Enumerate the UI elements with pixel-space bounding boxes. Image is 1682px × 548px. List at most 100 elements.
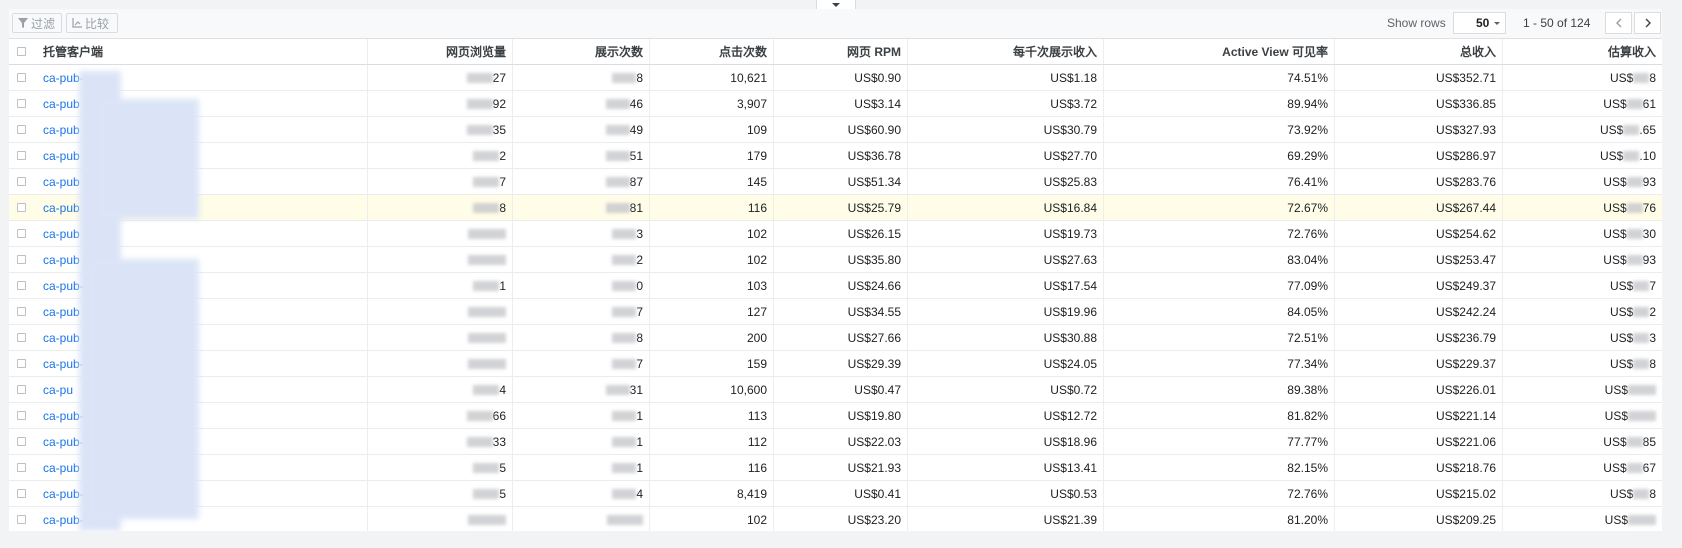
table-row[interactable]: ca-pub 2 51 179 US$36.78 US$27.70 69.29% US$286… — [9, 143, 1662, 169]
cell-active-view: 76.41% — [1104, 169, 1335, 194]
blurred-value — [466, 410, 493, 421]
cell-clicks: 109 — [650, 117, 774, 142]
column-header-ecpm[interactable]: 每千次展示收入 — [908, 39, 1104, 64]
client-link[interactable]: ca-pub — [43, 123, 80, 137]
cell-total-revenue: US$229.37 — [1335, 351, 1503, 376]
client-link[interactable]: ca-pub- — [43, 513, 84, 527]
column-header-total-revenue[interactable]: 总收入 — [1335, 39, 1503, 64]
cell-pageviews: 7 — [368, 169, 513, 194]
currency-prefix: US$ — [1603, 226, 1627, 241]
cell-clicks: 102 — [650, 507, 774, 531]
cell-estimated-revenue: US$ 8 — [1503, 65, 1662, 90]
column-header-pageviews[interactable]: 网页浏览量 — [368, 39, 513, 64]
table-row[interactable]: ca-pub 7 127 US$34.55 US$19.96 84.05% US$242.2… — [9, 299, 1662, 325]
table-row[interactable]: ca-pub- 5 4 8,419 US$0.41 US$0.53 72.76% US$215… — [9, 481, 1662, 507]
cell-value: US$29.39 — [847, 356, 901, 371]
column-header-impressions[interactable]: 展示次数 — [513, 39, 650, 64]
client-link[interactable]: ca-pub — [43, 97, 80, 111]
client-link[interactable]: ca-pub — [43, 201, 80, 215]
table-row[interactable]: ca-pub- 66 1 113 US$19.80 US$12.72 81.82% US$22… — [9, 403, 1662, 429]
column-header-active-view[interactable]: Active View 可见率 — [1104, 39, 1335, 64]
cell-value: 81.20% — [1287, 512, 1328, 527]
client-link[interactable]: ca-pub — [43, 149, 80, 163]
table-row[interactable]: ca-pub 8 200 US$27.66 US$30.88 72.51% US$236.7… — [9, 325, 1662, 351]
table-row[interactable]: ca-pub 7 87 145 US$51.34 US$25.83 76.41% US$283… — [9, 169, 1662, 195]
compare-button[interactable]: 比较 — [66, 13, 118, 33]
cell-value: 87 — [629, 174, 643, 189]
column-header-page-rpm[interactable]: 网页 RPM — [774, 39, 908, 64]
cell-client: ca-pub- — [18, 351, 368, 376]
table-row[interactable]: ca-pub 8 81 116 US$25.79 US$16.84 72.67% US$267… — [9, 195, 1662, 221]
table-row[interactable]: ca-pub 92 46 3,907 US$3.14 US$3.72 89.94% US$33… — [9, 91, 1662, 117]
table-row[interactable]: ca-pub 35 49 109 US$60.90 US$30.79 73.92% US$32… — [9, 117, 1662, 143]
cell-value: 69.29% — [1287, 148, 1328, 163]
cell-pageviews: 5 — [368, 455, 513, 480]
cell-value: US$19.96 — [1043, 304, 1097, 319]
cell-value: 10,621 — [730, 70, 767, 85]
client-link[interactable]: ca-pub — [43, 461, 80, 475]
cell-active-view: 73.92% — [1104, 117, 1335, 142]
client-link[interactable]: ca-pu — [43, 383, 73, 397]
filter-button[interactable]: 过滤 — [12, 13, 62, 33]
prev-page-button[interactable] — [1605, 12, 1632, 34]
client-link[interactable]: ca-pub- — [43, 71, 84, 85]
cell-total-revenue: US$352.71 — [1335, 65, 1503, 90]
cell-value: 83.04% — [1287, 252, 1328, 267]
client-link[interactable]: ca-pub — [43, 227, 80, 241]
blurred-value — [612, 462, 637, 473]
cell-total-revenue: US$215.02 — [1335, 481, 1503, 506]
table-row[interactable]: ca-pub- 7 159 US$29.39 US$24.05 77.34% US$229.… — [9, 351, 1662, 377]
client-link[interactable]: ca-pub- — [43, 409, 84, 423]
cell-clicks: 200 — [650, 325, 774, 350]
table-row[interactable]: ca-pub 3 102 US$26.15 US$19.73 72.76% US$254.6… — [9, 221, 1662, 247]
cell-clicks: 102 — [650, 221, 774, 246]
client-link[interactable]: ca-pub — [43, 175, 80, 189]
cell-client: ca-pub — [18, 143, 368, 168]
pagination-range: 1 - 50 of 124 — [1523, 16, 1591, 30]
table-row[interactable]: ca-pub- 1 0 103 US$24.66 US$17.54 77.09% US$249… — [9, 273, 1662, 299]
cell-client: ca-pu — [18, 377, 368, 402]
cell-active-view: 89.38% — [1104, 377, 1335, 402]
column-header-clicks[interactable]: 点击次数 — [650, 39, 774, 64]
cell-impressions: 8 — [513, 325, 650, 350]
cell-value: US$27.66 — [847, 330, 901, 345]
blurred-value — [1626, 254, 1643, 265]
cell-client: ca-pub — [18, 299, 368, 324]
table-row[interactable]: ca-pub 5 1 116 US$21.93 US$13.41 82.15% US$218.… — [9, 455, 1662, 481]
cell-estimated-revenue: US$ 2 — [1503, 299, 1662, 324]
cell-value: 74.51% — [1287, 70, 1328, 85]
table-row[interactable]: ca-pu 4 31 10,600 US$0.47 US$0.72 89.38% US$226… — [9, 377, 1662, 403]
filter-label: 过滤 — [31, 16, 56, 31]
client-link[interactable]: ca-pub — [43, 331, 80, 345]
cell-pageviews: 5 — [368, 481, 513, 506]
cell-value: 113 — [747, 408, 767, 423]
client-link[interactable]: ca-pub- — [43, 357, 84, 371]
column-header-estimated-revenue[interactable]: 估算收入 — [1503, 39, 1662, 64]
blurred-value — [1626, 176, 1643, 187]
cell-value: US$17.54 — [1043, 278, 1097, 293]
column-header-client[interactable]: 托管客户端 — [18, 39, 368, 64]
cell-value: US$13.41 — [1043, 460, 1097, 475]
client-link[interactable]: ca-pub- — [43, 487, 84, 501]
blurred-value — [1623, 124, 1640, 135]
cell-client: ca-pub — [18, 91, 368, 116]
client-link[interactable]: ca-pub- — [43, 435, 84, 449]
blurred-value — [1626, 436, 1643, 447]
rows-per-page-select[interactable]: 50 — [1453, 12, 1506, 34]
cell-pageviews — [368, 351, 513, 376]
table-row[interactable]: ca-pub- 102 US$23.20 US$21.39 81.20% US$209.2… — [9, 507, 1662, 531]
next-page-button[interactable] — [1634, 12, 1661, 34]
client-link[interactable]: ca-pub- — [43, 279, 84, 293]
cell-clicks: 102 — [650, 247, 774, 272]
cell-client: ca-pub- — [18, 429, 368, 454]
client-link[interactable]: ca-pub — [43, 253, 80, 267]
cell-value: 103 — [746, 278, 767, 293]
table-row[interactable]: ca-pub 2 102 US$35.80 US$27.63 83.04% US$253.4… — [9, 247, 1662, 273]
table-row[interactable]: ca-pub- 33 1 112 US$22.03 US$18.96 77.77% US$22… — [9, 429, 1662, 455]
cell-value: 67 — [1642, 460, 1656, 475]
cell-value: 72.76% — [1287, 486, 1328, 501]
client-link[interactable]: ca-pub — [43, 305, 80, 319]
table-toolbar: 过滤 比较 Show rows 50 1 - 50 of 124 — [9, 9, 1662, 39]
table-row[interactable]: ca-pub- 27 8 10,621 US$0.90 US$1.18 74.51% US$3… — [9, 65, 1662, 91]
cell-client: ca-pub- — [18, 273, 368, 298]
